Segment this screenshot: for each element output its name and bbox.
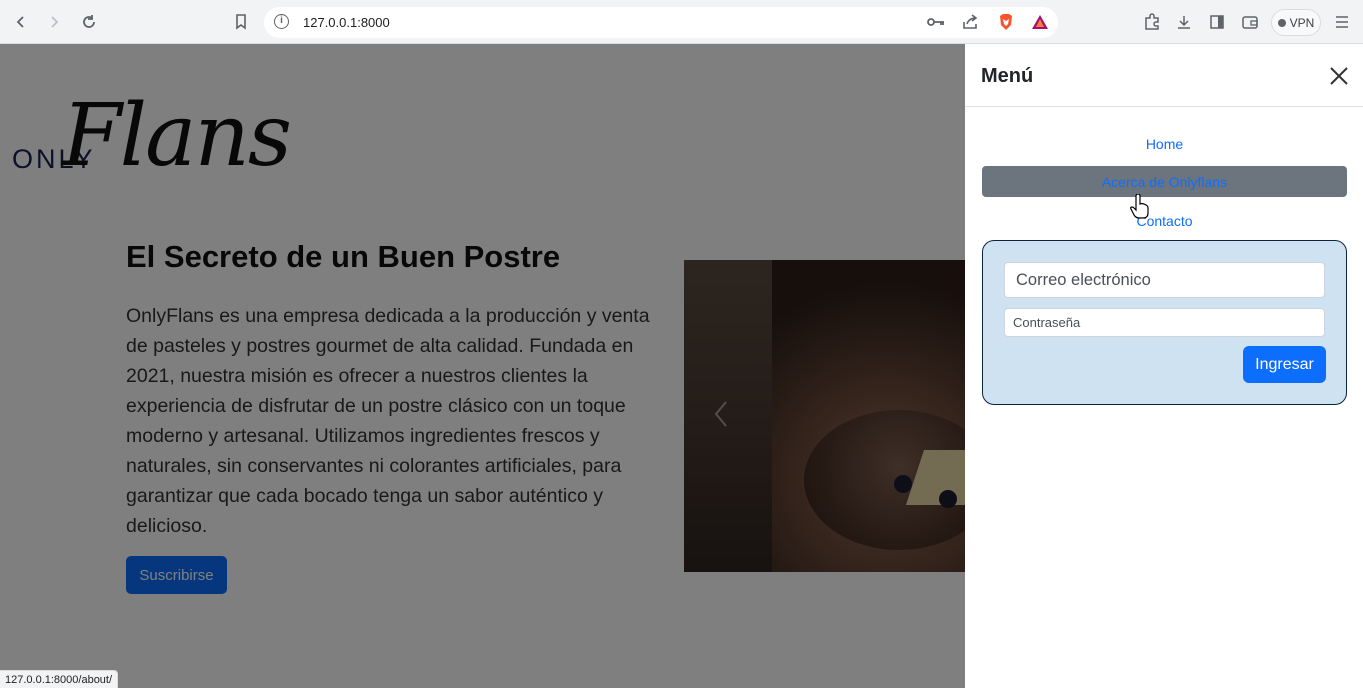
vpn-status-icon	[1277, 18, 1286, 27]
nav-link-contact[interactable]: Contacto	[982, 205, 1347, 236]
close-icon[interactable]	[1327, 64, 1351, 88]
menu-title: Menú	[981, 65, 1034, 87]
address-bar[interactable]: i 127.0.0.1:8000	[264, 7, 1058, 38]
page-content: ONLY Flans El Secreto de un Buen Postre …	[0, 44, 965, 688]
vpn-label: VPN	[1289, 15, 1315, 30]
vpn-button[interactable]: VPN	[1271, 9, 1321, 36]
nav-link-about[interactable]: Acerca de Onlyflans	[982, 166, 1347, 197]
url-text: 127.0.0.1:8000	[303, 15, 390, 30]
brave-shield-icon[interactable]	[996, 12, 1016, 32]
extensions-icon[interactable]	[1142, 12, 1162, 32]
menu-icon[interactable]	[1332, 12, 1352, 32]
offcanvas-header: Menú	[965, 44, 1363, 107]
password-field[interactable]	[1004, 308, 1325, 337]
back-icon[interactable]	[10, 11, 32, 33]
key-icon[interactable]	[926, 12, 946, 32]
share-icon[interactable]	[960, 12, 980, 32]
login-button[interactable]: Ingresar	[1243, 346, 1326, 383]
status-bar-url: 127.0.0.1:8000/about/	[0, 670, 119, 688]
browser-toolbar: i 127.0.0.1:8000 VPN	[0, 0, 1363, 44]
brave-rewards-icon[interactable]	[1030, 12, 1050, 32]
offcanvas-backdrop[interactable]	[0, 44, 965, 688]
sidebar-icon[interactable]	[1207, 12, 1227, 32]
email-field[interactable]	[1004, 262, 1325, 298]
downloads-icon[interactable]	[1174, 12, 1194, 32]
hand-cursor-icon	[1130, 193, 1150, 220]
reload-icon[interactable]	[78, 11, 100, 33]
bookmark-icon[interactable]	[230, 11, 252, 33]
login-form: Ingresar	[982, 240, 1347, 405]
offcanvas-menu: Menú Home Acerca de Onlyflans Contacto I…	[965, 44, 1363, 688]
wallet-icon[interactable]	[1240, 12, 1260, 32]
forward-icon[interactable]	[43, 11, 65, 33]
nav-link-home[interactable]: Home	[982, 128, 1347, 159]
site-info-icon[interactable]: i	[274, 14, 289, 29]
